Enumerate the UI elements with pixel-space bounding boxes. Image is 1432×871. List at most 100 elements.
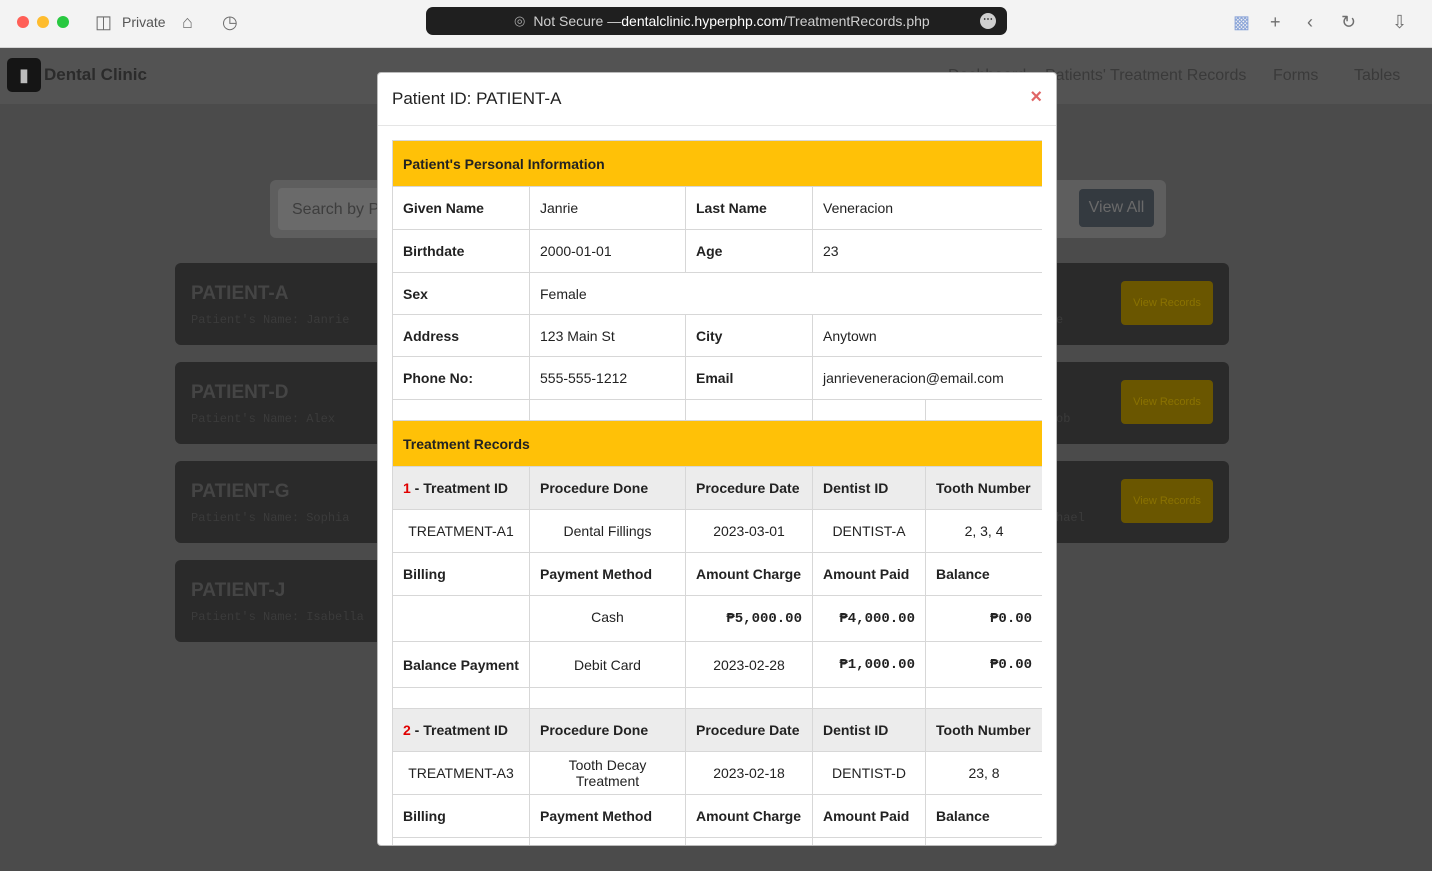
patient-card-name: Patient's Name: Alex — [191, 412, 336, 426]
view-records-button[interactable]: View Records — [1121, 380, 1213, 424]
patient-card: PATIENT-G Patient's Name: Sophia — [175, 461, 385, 543]
sex-value: Female — [528, 272, 1042, 315]
amount-paid-header: Amount Paid — [812, 552, 926, 596]
record-number: 1 — [403, 480, 411, 496]
procedure-value: Tooth Decay Treatment — [529, 751, 686, 795]
billing-header: Billing — [392, 552, 530, 596]
search-input[interactable]: Search by P — [278, 188, 388, 230]
back-icon[interactable]: ‹ — [1307, 12, 1313, 32]
balance-payment-balance: ₱0.00 — [924, 641, 1042, 688]
home-icon[interactable]: ⌂ — [182, 12, 193, 32]
last-name-label: Last Name — [685, 186, 813, 230]
history-icon[interactable]: ◷ — [222, 12, 238, 32]
payment-method-value: Cash — [529, 595, 686, 642]
patient-card-id: PATIENT-G — [191, 481, 290, 502]
phone-value: 555-555-1212 — [529, 356, 686, 400]
given-name-value: Janrie — [529, 186, 686, 230]
given-name-label: Given Name — [392, 186, 530, 230]
city-value: Anytown — [811, 314, 1042, 357]
modal-header: Patient ID: PATIENT-A × — [378, 73, 1056, 126]
dentist-id-header: Dentist ID — [812, 466, 926, 510]
zoom-window-button[interactable] — [57, 16, 69, 28]
view-records-button[interactable]: View Records — [1121, 479, 1213, 523]
nav-forms[interactable]: Forms — [1273, 67, 1318, 85]
address-value: 123 Main St — [529, 314, 686, 357]
payment-method-header: Payment Method — [529, 552, 686, 596]
patient-card-id: PATIENT-D — [191, 382, 289, 403]
patient-card-name: e — [1056, 313, 1064, 327]
balance-payment-date: 2023-02-28 — [685, 641, 813, 688]
brand-name[interactable]: Dental Clinic — [44, 65, 147, 85]
patient-card: hael View Records — [1050, 461, 1229, 543]
amount-paid-header: Amount Paid — [812, 794, 926, 838]
patient-card-name: hael — [1056, 511, 1085, 525]
procedure-date-header: Procedure Date — [685, 466, 813, 510]
patient-records-modal: Patient ID: PATIENT-A × Patient's Person… — [377, 72, 1057, 846]
email-value: janrieveneracion@email.com — [811, 356, 1042, 400]
procedure-done-header: Procedure Done — [529, 466, 686, 510]
amount-charge-header: Amount Charge — [685, 552, 813, 596]
balance-payment-amount: ₱1,000.00 — [812, 641, 926, 688]
sex-label: Sex — [392, 272, 530, 315]
new-tab-icon[interactable]: + — [1270, 12, 1281, 32]
close-window-button[interactable] — [17, 16, 29, 28]
billing-cell — [392, 595, 530, 642]
patient-card-id: PATIENT-A — [191, 283, 289, 304]
download-icon[interactable]: ⇩ — [1392, 12, 1407, 32]
birthdate-value: 2000-01-01 — [529, 229, 686, 273]
modal-title: Patient ID: PATIENT-A — [392, 89, 562, 108]
record-number: 2 — [403, 722, 411, 738]
address-bar[interactable]: ◎ Not Secure — dentalclinic.hyperphp.com… — [426, 7, 1007, 35]
patient-card-name: Patient's Name: Isabella — [191, 610, 364, 624]
url-host: dentalclinic.hyperphp.com — [621, 13, 784, 29]
address-label: Address — [392, 314, 530, 357]
nav-treatment-records[interactable]: Patients' Treatment Records — [1045, 67, 1246, 85]
patient-card: PATIENT-J Patient's Name: Isabella — [175, 560, 385, 642]
city-label: City — [685, 314, 813, 357]
personal-info-heading: Patient's Personal Information — [392, 140, 1042, 187]
modal-body[interactable]: Patient's Personal Information Given Nam… — [392, 140, 1042, 845]
dentist-id-value: DENTIST-D — [812, 751, 926, 795]
minimize-window-button[interactable] — [37, 16, 49, 28]
patient-card: PATIENT-D Patient's Name: Alex — [175, 362, 385, 444]
tooth-number-header: Tooth Number — [924, 708, 1042, 752]
patient-card-name: Patient's Name: Janrie — [191, 313, 350, 327]
email-label: Email — [685, 356, 813, 400]
patient-card-name: ob — [1056, 412, 1071, 426]
patient-card: PATIENT-A Patient's Name: Janrie — [175, 263, 385, 345]
tooth-logo-icon: ▮ — [7, 58, 41, 92]
treatment-id-header: 2 - Treatment ID — [392, 708, 530, 752]
amount-charge-header: Amount Charge — [685, 794, 813, 838]
nav-tables[interactable]: Tables — [1354, 67, 1400, 85]
age-value: 23 — [811, 229, 1042, 273]
patient-card-name: Patient's Name: Sophia — [191, 511, 350, 525]
procedure-value: Dental Fillings — [529, 509, 686, 553]
globe-icon: ◎ — [514, 13, 526, 28]
amount-charge-value: ₱5,000.00 — [685, 595, 813, 642]
amount-paid-value: ₱4,000.00 — [812, 595, 926, 642]
sidebar-icon[interactable]: ◫ — [95, 12, 112, 32]
more-icon[interactable]: ⋯ — [980, 13, 996, 29]
not-secure-label: Not Secure — — [533, 13, 622, 29]
reload-icon[interactable]: ↻ — [1341, 12, 1356, 32]
treatment-id-value: TREATMENT-A3 — [392, 751, 530, 795]
private-label: Private — [122, 14, 166, 30]
translate-icon[interactable]: ▩ — [1233, 12, 1250, 32]
patient-card-id: PATIENT-J — [191, 580, 286, 601]
balance-payment-label: Balance Payment — [392, 641, 530, 688]
treatment-id-header: 1 - Treatment ID — [392, 466, 530, 510]
view-all-button[interactable]: View All — [1079, 189, 1154, 227]
last-name-value: Veneracion — [811, 186, 1042, 230]
tooth-number-header: Tooth Number — [924, 466, 1042, 510]
phone-label: Phone No: — [392, 356, 530, 400]
treatment-id-value: TREATMENT-A1 — [392, 509, 530, 553]
patient-card: ob View Records — [1050, 362, 1229, 444]
procedure-date-header: Procedure Date — [685, 708, 813, 752]
patient-card: e View Records — [1050, 263, 1229, 345]
tooth-number-value: 2, 3, 4 — [924, 509, 1042, 553]
url-path: /TreatmentRecords.php — [783, 13, 930, 29]
procedure-date-value: 2023-02-18 — [685, 751, 813, 795]
close-icon[interactable]: × — [1030, 87, 1042, 107]
view-records-button[interactable]: View Records — [1121, 281, 1213, 325]
birthdate-label: Birthdate — [392, 229, 530, 273]
